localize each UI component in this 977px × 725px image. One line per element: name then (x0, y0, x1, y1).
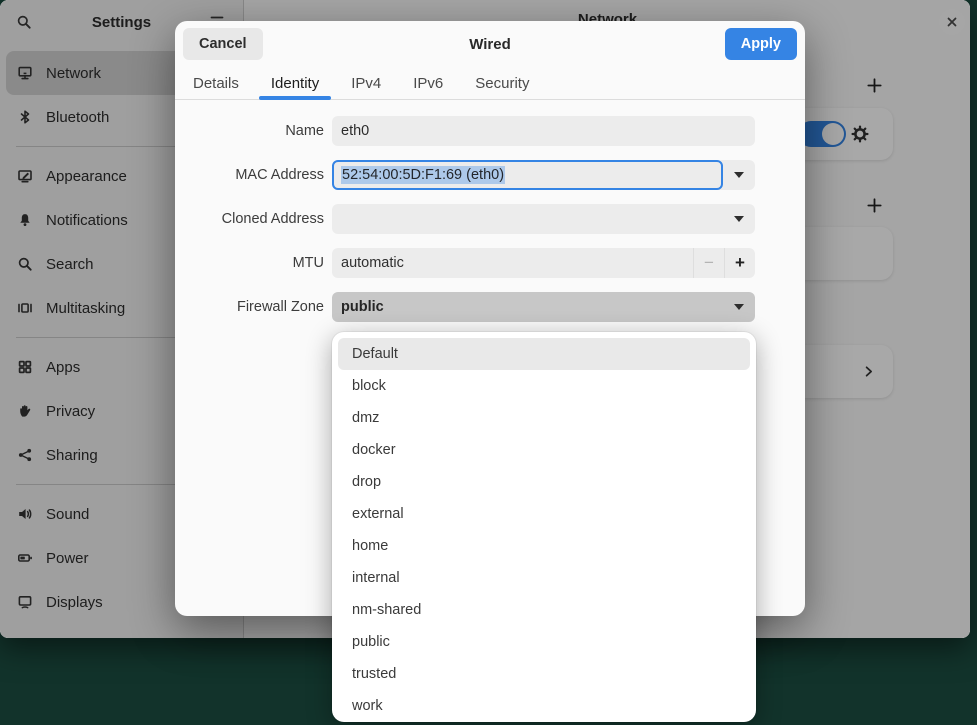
mac-address-label: MAC Address (175, 160, 324, 190)
mtu-spinbutton: automatic − + (332, 248, 755, 278)
mtu-input[interactable]: automatic (332, 248, 693, 278)
identity-form: Name eth0 MAC Address 52:54:00:5D:F1:69 … (175, 116, 805, 322)
cloned-address-combo (332, 204, 755, 234)
cancel-button[interactable]: Cancel (183, 28, 263, 60)
tab-security[interactable]: Security (463, 67, 541, 99)
firewall-zone-value: public (332, 299, 723, 315)
zone-option-drop[interactable]: drop (338, 466, 750, 498)
tab-ipv4[interactable]: IPv4 (339, 67, 393, 99)
name-value: eth0 (341, 123, 369, 139)
tab-identity[interactable]: Identity (259, 67, 331, 99)
zone-option-nm-shared[interactable]: nm-shared (338, 594, 750, 626)
desktop: Settings NetworkBluetoothAppearanceNotif… (0, 0, 977, 725)
zone-option-trusted[interactable]: trusted (338, 658, 750, 690)
zone-option-default[interactable]: Default (338, 338, 750, 370)
cloned-address-dropdown-button[interactable] (723, 204, 755, 234)
mac-address-dropdown-button[interactable] (723, 160, 755, 190)
firewall-zone-label: Firewall Zone (175, 292, 324, 322)
chevron-down-icon (734, 172, 744, 178)
mac-address-selected-text: 52:54:00:5D:F1:69 (eth0) (341, 166, 505, 184)
mtu-label: MTU (175, 248, 324, 278)
dialog-header: Wired Cancel Apply (175, 21, 805, 67)
apply-button[interactable]: Apply (725, 28, 797, 60)
zone-option-docker[interactable]: docker (338, 434, 750, 466)
dialog-tabbar: DetailsIdentityIPv4IPv6Security (175, 67, 805, 100)
zone-option-work[interactable]: work (338, 690, 750, 722)
dialog-title: Wired (175, 36, 805, 53)
chevron-down-icon (734, 216, 744, 222)
firewall-zone-dropdown-button[interactable] (723, 292, 755, 322)
zone-option-internal[interactable]: internal (338, 562, 750, 594)
mtu-decrement-button[interactable]: − (693, 248, 724, 278)
zone-option-external[interactable]: external (338, 498, 750, 530)
zone-option-block[interactable]: block (338, 370, 750, 402)
cloned-address-label: Cloned Address (175, 204, 324, 234)
zone-option-public[interactable]: public (338, 626, 750, 658)
name-label: Name (175, 116, 324, 146)
mtu-increment-button[interactable]: + (724, 248, 755, 278)
chevron-down-icon (734, 304, 744, 310)
firewall-zone-combo[interactable]: public (332, 292, 755, 322)
firewall-zone-dropdown: Defaultblockdmzdockerdropexternalhomeint… (332, 332, 756, 722)
tab-details[interactable]: Details (181, 67, 251, 99)
tab-ipv6[interactable]: IPv6 (401, 67, 455, 99)
name-input[interactable]: eth0 (332, 116, 755, 146)
zone-option-dmz[interactable]: dmz (338, 402, 750, 434)
mac-address-combo: 52:54:00:5D:F1:69 (eth0) (332, 160, 755, 190)
mac-address-input[interactable]: 52:54:00:5D:F1:69 (eth0) (332, 160, 723, 190)
zone-option-home[interactable]: home (338, 530, 750, 562)
